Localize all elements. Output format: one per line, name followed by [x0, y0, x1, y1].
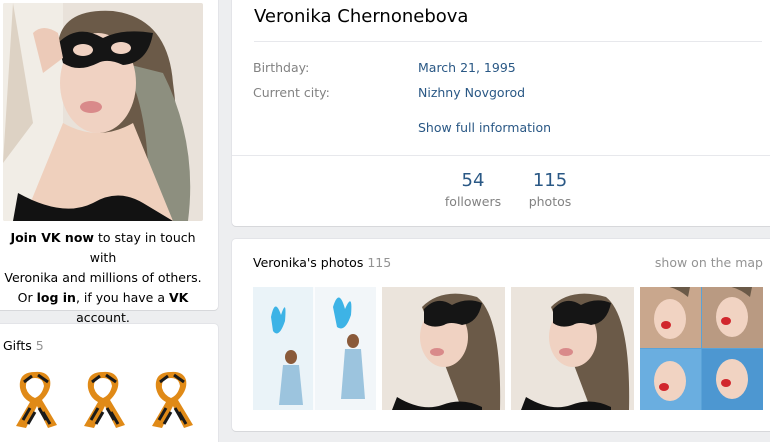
photos-counter[interactable]: 115 photos: [510, 170, 590, 209]
gifts-count: 5: [35, 338, 44, 353]
ribbon-icon[interactable]: [146, 368, 196, 430]
divider: [254, 41, 762, 42]
photos-count: 115: [532, 170, 568, 191]
photo-thumbnail[interactable]: [382, 287, 505, 410]
show-full-information-link[interactable]: Show full information: [418, 120, 551, 135]
photos-total: 115: [367, 255, 392, 270]
photos-label: photos: [528, 194, 572, 209]
ribbon-icon[interactable]: [78, 368, 128, 430]
avatar-card: Join VK now to stay in touch with Veroni…: [0, 0, 218, 325]
divider: [232, 155, 770, 156]
photo-thumbnail[interactable]: [640, 287, 763, 410]
photos-card: Veronika's photos 115 show on the map: [232, 239, 770, 431]
ribbon-icon[interactable]: [10, 368, 60, 430]
followers-count: 54: [461, 170, 485, 191]
profile-photo[interactable]: [3, 3, 203, 221]
photo-thumbnail[interactable]: [253, 287, 376, 410]
city-label: Current city:: [253, 85, 330, 100]
show-on-map-link[interactable]: show on the map: [655, 255, 763, 270]
followers-label: followers: [444, 194, 502, 209]
birthday-value[interactable]: March 21, 1995: [418, 60, 516, 75]
birthday-label: Birthday:: [253, 60, 310, 75]
city-value[interactable]: Nizhny Novgorod: [418, 85, 525, 100]
photos-header[interactable]: Veronika's photos 115: [253, 255, 391, 270]
join-vk-now-link[interactable]: Join VK now: [10, 230, 94, 245]
followers-counter[interactable]: 54 followers: [433, 170, 513, 209]
join-vk-prompt: Join VK now to stay in touch with Veroni…: [4, 230, 202, 325]
gifts-card: Gifts 5: [0, 324, 218, 442]
gifts-header[interactable]: Gifts 5: [3, 338, 44, 353]
photo-thumbnail[interactable]: [511, 287, 634, 410]
profile-info-card: Veronika Chernonebova Birthday: March 21…: [232, 0, 770, 226]
log-in-link[interactable]: log in: [37, 290, 76, 305]
profile-name: Veronika Chernonebova: [254, 6, 469, 27]
